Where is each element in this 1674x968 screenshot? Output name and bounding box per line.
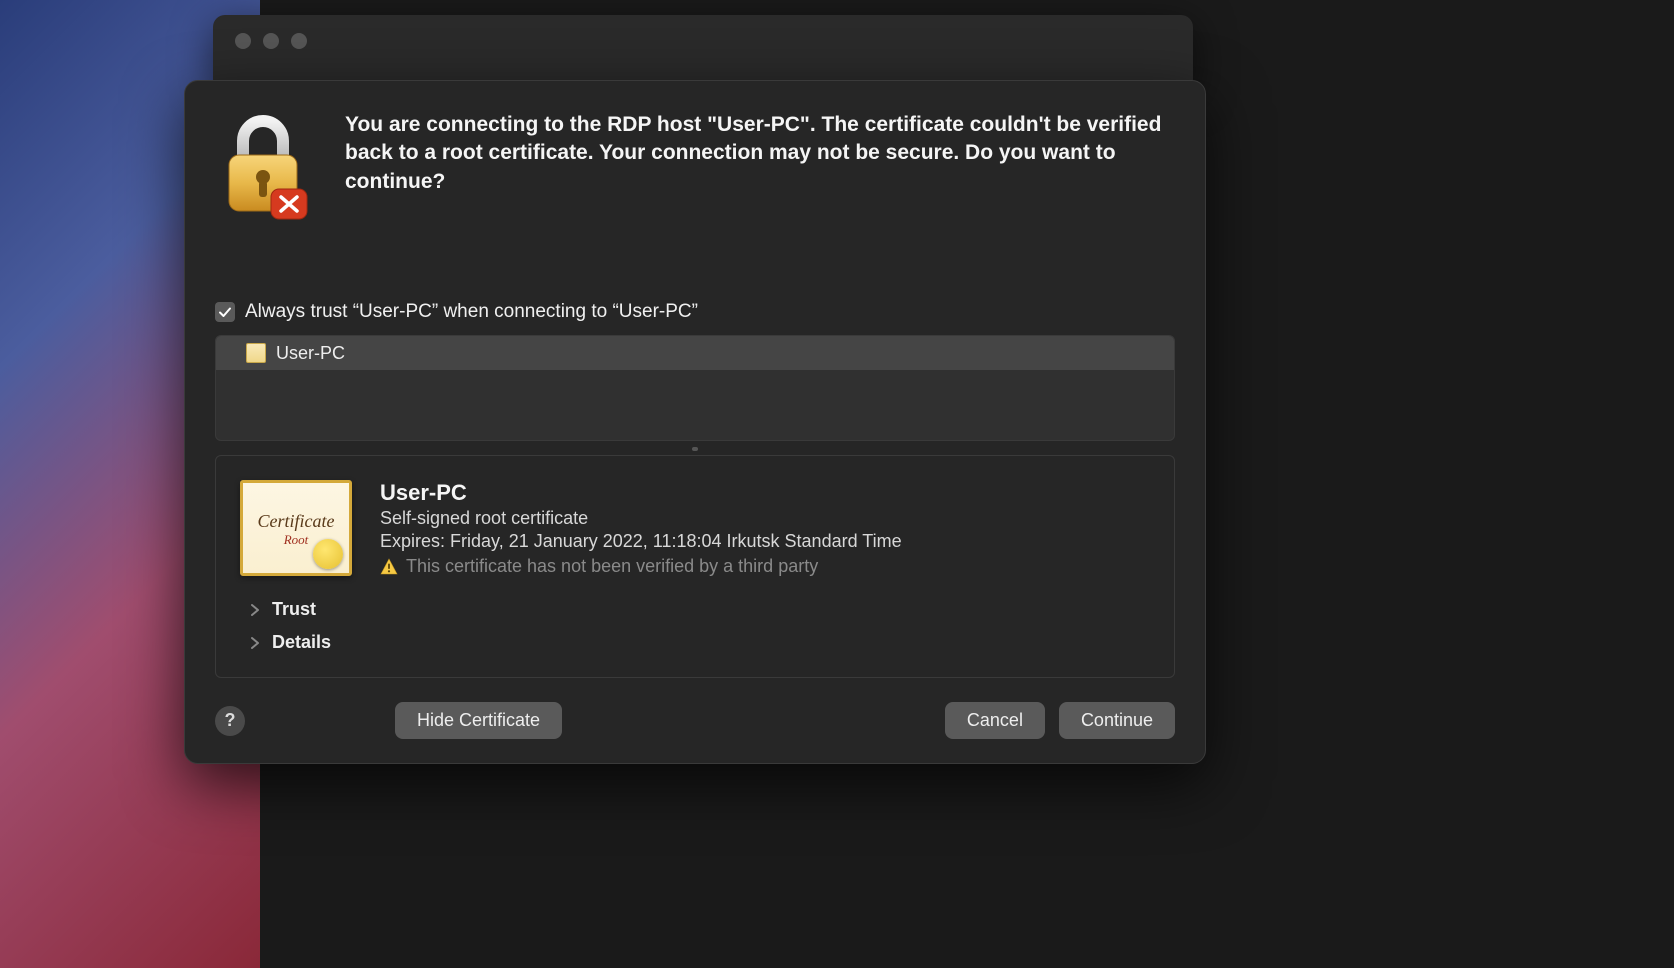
window-zoom-button[interactable] bbox=[291, 33, 307, 49]
certificate-small-icon bbox=[246, 343, 266, 363]
grip-icon bbox=[692, 447, 698, 451]
certificate-info-text: User-PC Self-signed root certificate Exp… bbox=[380, 480, 1150, 577]
split-grip[interactable] bbox=[215, 443, 1175, 455]
dialog-message: You are connecting to the RDP host "User… bbox=[345, 111, 1175, 196]
parent-window-titlebar bbox=[213, 15, 1193, 85]
disclosure-trust-label: Trust bbox=[272, 599, 316, 620]
certificate-expires: Expires: Friday, 21 January 2022, 11:18:… bbox=[380, 531, 1150, 552]
certificate-details-panel: Certificate Root User-PC Self-signed roo… bbox=[215, 455, 1175, 678]
window-minimize-button[interactable] bbox=[263, 33, 279, 49]
dialog-header: You are connecting to the RDP host "User… bbox=[215, 111, 1175, 221]
certificate-warning-text: This certificate has not been verified b… bbox=[406, 556, 818, 577]
certificate-warning-row: This certificate has not been verified b… bbox=[380, 556, 1150, 577]
dialog-footer: ? Hide Certificate Cancel Continue bbox=[215, 702, 1175, 739]
window-traffic-lights bbox=[213, 15, 1193, 49]
always-trust-row: Always trust “User-PC” when connecting t… bbox=[215, 301, 1175, 323]
certificate-large-icon: Certificate Root bbox=[240, 480, 352, 576]
always-trust-checkbox[interactable] bbox=[215, 302, 235, 322]
seal-icon bbox=[313, 539, 343, 569]
window-close-button[interactable] bbox=[235, 33, 251, 49]
help-button[interactable]: ? bbox=[215, 706, 245, 736]
chevron-right-icon bbox=[250, 603, 260, 617]
continue-button[interactable]: Continue bbox=[1059, 702, 1175, 739]
certificate-name: User-PC bbox=[380, 480, 1150, 506]
hide-certificate-button[interactable]: Hide Certificate bbox=[395, 702, 562, 739]
disclosure-details[interactable]: Details bbox=[240, 626, 1150, 659]
certificate-trust-dialog: You are connecting to the RDP host "User… bbox=[184, 80, 1206, 764]
certificate-list[interactable]: User-PC bbox=[215, 335, 1175, 441]
cancel-button[interactable]: Cancel bbox=[945, 702, 1045, 739]
always-trust-label: Always trust “User-PC” when connecting t… bbox=[245, 301, 698, 323]
warning-icon bbox=[380, 558, 398, 576]
disclosure-trust[interactable]: Trust bbox=[240, 593, 1150, 626]
certificate-info-row: Certificate Root User-PC Self-signed roo… bbox=[240, 480, 1150, 577]
lock-rdp-icon bbox=[215, 111, 311, 221]
disclosure-details-label: Details bbox=[272, 632, 331, 653]
certificate-list-item[interactable]: User-PC bbox=[216, 336, 1174, 370]
certificate-list-item-label: User-PC bbox=[276, 343, 345, 364]
certificate-type: Self-signed root certificate bbox=[380, 508, 1150, 529]
chevron-right-icon bbox=[250, 636, 260, 650]
